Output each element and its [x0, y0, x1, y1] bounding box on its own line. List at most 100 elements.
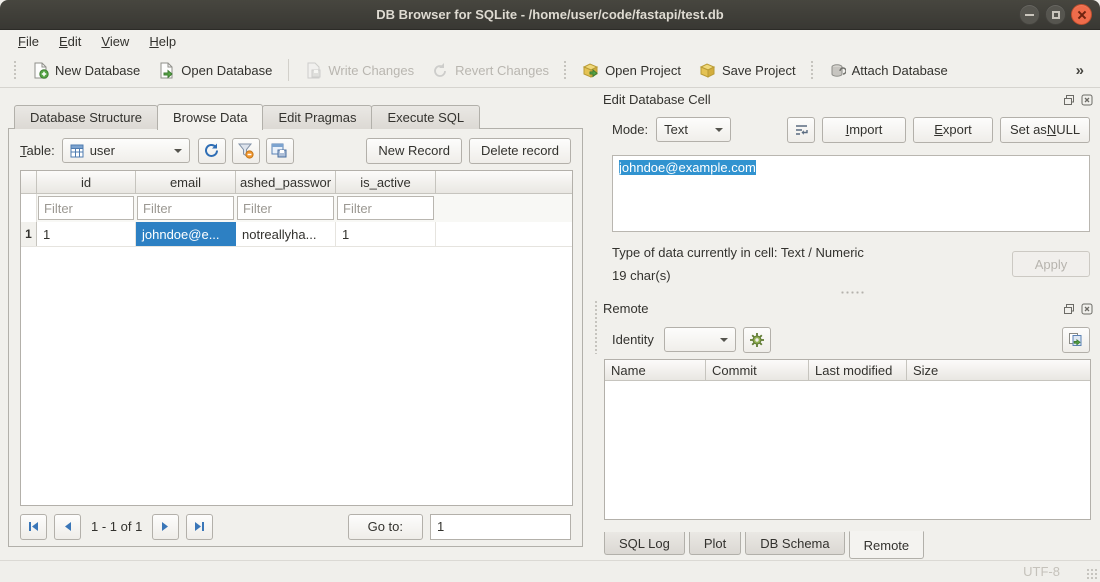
toolbar-drag-handle[interactable] — [13, 60, 18, 80]
table-icon — [70, 144, 84, 158]
filter-input-email[interactable] — [137, 196, 234, 220]
column-header-is-active[interactable]: is_active — [336, 171, 436, 193]
close-button[interactable] — [1071, 4, 1092, 25]
grid-filter-row — [21, 194, 572, 222]
close-dock-button[interactable] — [1080, 93, 1094, 107]
tab-execute-sql[interactable]: Execute SQL — [371, 105, 480, 129]
tab-browse-data[interactable]: Browse Data — [157, 104, 263, 130]
cell-is-active[interactable]: 1 — [336, 222, 436, 246]
filter-input-hashed-password[interactable] — [237, 196, 334, 220]
next-page-button[interactable] — [152, 514, 179, 540]
mode-selector[interactable]: Text — [656, 117, 731, 142]
last-page-button[interactable] — [186, 514, 213, 540]
tab-db-schema[interactable]: DB Schema — [745, 532, 844, 555]
grid-header-filler — [436, 171, 572, 193]
tab-database-structure[interactable]: Database Structure — [14, 105, 158, 129]
filter-input-is-active[interactable] — [337, 196, 434, 220]
float-dock-button[interactable] — [1062, 302, 1076, 316]
refresh-button[interactable] — [198, 138, 226, 164]
statusbar: UTF-8 — [0, 560, 1100, 582]
save-results-button[interactable] — [266, 138, 294, 164]
write-changes-button: Write Changes — [296, 58, 423, 83]
goto-button[interactable]: Go to: — [348, 514, 423, 540]
menu-edit[interactable]: Edit — [49, 32, 91, 51]
clone-database-button[interactable] — [1062, 327, 1090, 353]
chevron-down-icon — [720, 338, 728, 342]
set-as-null-button[interactable]: Set as NULL — [1000, 117, 1090, 143]
resize-grip[interactable] — [1086, 568, 1097, 579]
column-header-id[interactable]: id — [37, 171, 136, 193]
first-page-button[interactable] — [20, 514, 47, 540]
identity-settings-button[interactable] — [743, 327, 771, 353]
tab-remote[interactable]: Remote — [849, 531, 925, 559]
word-wrap-button[interactable] — [787, 117, 815, 143]
previous-page-icon — [61, 520, 74, 533]
tab-plot[interactable]: Plot — [689, 532, 741, 555]
dock-splitter-handle[interactable] — [840, 290, 864, 295]
remote-column-last-modified[interactable]: Last modified — [809, 360, 907, 380]
float-dock-button[interactable] — [1062, 93, 1076, 107]
column-header-email[interactable]: email — [136, 171, 236, 193]
grid-corner[interactable] — [21, 171, 37, 193]
remote-dock-buttons — [1062, 302, 1094, 316]
remote-column-commit[interactable]: Commit — [706, 360, 809, 380]
edit-cell-dock-buttons — [1062, 93, 1094, 107]
window-controls — [1019, 4, 1092, 25]
save-project-button[interactable]: Save Project — [690, 58, 805, 83]
open-project-icon — [582, 62, 599, 79]
dock-resize-handle[interactable] — [594, 300, 599, 354]
menubar: File Edit View Help — [0, 30, 1100, 53]
table-selector[interactable]: user — [62, 138, 190, 163]
cell-type-info: Type of data currently in cell: Text / N… — [612, 245, 864, 260]
encoding-label: UTF-8 — [1023, 564, 1060, 579]
close-dock-button[interactable] — [1080, 302, 1094, 316]
clear-filters-button[interactable] — [232, 138, 260, 164]
maximize-button[interactable] — [1045, 4, 1066, 25]
column-header-hashed-password[interactable]: ashed_passwor — [236, 171, 336, 193]
import-button[interactable]: Import — [822, 117, 906, 143]
main-tabbar: Database Structure Browse Data Edit Prag… — [14, 104, 479, 129]
new-record-button[interactable]: New Record — [366, 138, 462, 164]
goto-input[interactable] — [430, 514, 571, 540]
table-label: Table: — [20, 143, 55, 158]
previous-page-button[interactable] — [54, 514, 81, 540]
tab-edit-pragmas[interactable]: Edit Pragmas — [262, 105, 372, 129]
new-database-icon — [32, 62, 49, 79]
cell-hashed-password[interactable]: notreallyha... — [236, 222, 336, 246]
remote-dock-title: Remote — [603, 301, 649, 316]
bottom-tabbar: SQL Log Plot DB Schema Remote — [604, 531, 928, 559]
toolbar-drag-handle[interactable] — [810, 60, 815, 80]
menu-file[interactable]: File — [8, 32, 49, 51]
cell-editor[interactable]: johndoe@example.com — [612, 155, 1090, 232]
toolbar-drag-handle[interactable] — [563, 60, 568, 80]
minimize-button[interactable] — [1019, 4, 1040, 25]
export-button[interactable]: Export — [913, 117, 993, 143]
attach-database-button[interactable]: Attach Database — [820, 58, 957, 83]
remote-column-name[interactable]: Name — [605, 360, 706, 380]
open-project-button[interactable]: Open Project — [573, 58, 690, 83]
table-controls-row: Table: user New Record Delete record — [20, 137, 571, 164]
remote-files-table: Name Commit Last modified Size — [604, 359, 1091, 520]
filter-input-id[interactable] — [38, 196, 134, 220]
delete-record-button[interactable]: Delete record — [469, 138, 571, 164]
toolbar-overflow-chevron[interactable]: » — [1076, 62, 1092, 79]
open-database-button[interactable]: Open Database — [149, 58, 281, 83]
remote-column-size[interactable]: Size — [907, 360, 1090, 380]
cell-email-selected[interactable]: johndoe@e... — [136, 222, 236, 246]
last-page-icon — [193, 520, 206, 533]
revert-changes-button: Revert Changes — [423, 58, 558, 83]
tab-sql-log[interactable]: SQL Log — [604, 532, 685, 555]
menu-view[interactable]: View — [91, 32, 139, 51]
next-page-icon — [159, 520, 172, 533]
identity-selector[interactable] — [664, 327, 736, 352]
table-row: 1 1 johndoe@e... notreallyha... 1 — [21, 222, 572, 247]
maximize-icon — [1052, 11, 1060, 19]
new-database-button[interactable]: New Database — [23, 58, 149, 83]
clone-database-icon — [1068, 332, 1084, 348]
edit-cell-dock-title: Edit Database Cell — [603, 92, 711, 107]
first-page-icon — [27, 520, 40, 533]
cell-id[interactable]: 1 — [37, 222, 136, 246]
row-number[interactable]: 1 — [21, 222, 37, 246]
menu-help[interactable]: Help — [139, 32, 186, 51]
data-grid: id email ashed_passwor is_active 1 1 joh… — [20, 170, 573, 506]
